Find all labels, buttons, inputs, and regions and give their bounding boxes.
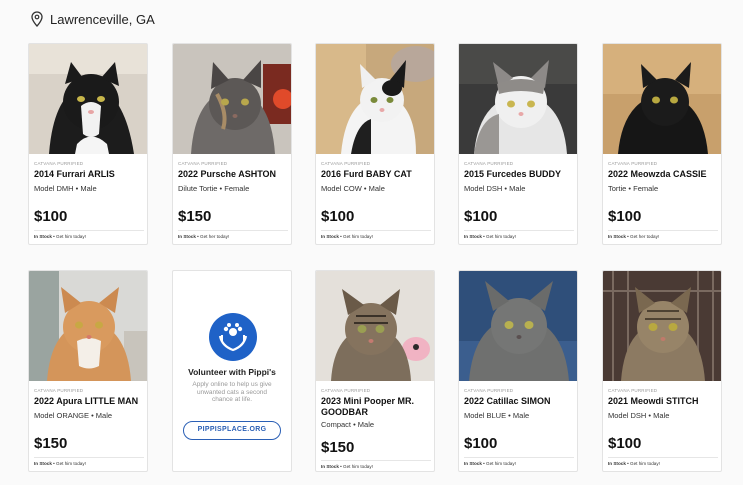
listing-subtitle: Model BLUE • Male <box>464 411 530 420</box>
cat-photo[interactable] <box>603 44 721 154</box>
listing-title[interactable]: 2022 Pursche ASHTON <box>178 169 288 180</box>
listing-subtitle: Model ORANGE • Male <box>34 411 113 420</box>
stock-status: In Stock • Get him today! <box>321 234 373 239</box>
listing-card-simon[interactable]: CATVANA PURRIFIED 2022 Catillac SIMON Mo… <box>458 270 578 472</box>
listing-title[interactable]: 2022 Meowzda CASSIE <box>608 169 718 180</box>
listing-price: $100 <box>321 208 355 225</box>
listing-price: $150 <box>321 439 355 456</box>
listing-card-arlis[interactable]: CATVANA PURRIFIED 2014 Furrari ARLIS Mod… <box>28 43 148 245</box>
listing-title[interactable]: 2014 Furrari ARLIS <box>34 169 144 180</box>
listing-title[interactable]: 2023 Mini Pooper MR. GOODBAR <box>321 396 431 418</box>
stock-note: • Get him today! <box>51 234 86 239</box>
stock-status: In Stock • Get him today! <box>608 461 660 466</box>
location-pin-icon <box>31 11 43 27</box>
listing-price: $150 <box>178 208 212 225</box>
stock-note: • Get him today! <box>481 461 516 466</box>
cat-photo[interactable] <box>459 271 577 381</box>
purrified-badge: CATVANA PURRIFIED <box>34 161 84 166</box>
stock-label: In Stock <box>321 234 339 239</box>
divider <box>608 457 718 458</box>
listing-card-little-man[interactable]: CATVANA PURRIFIED 2022 Apura LITTLE MAN … <box>28 270 148 472</box>
listing-subtitle: Tortie • Female <box>608 184 659 193</box>
divider <box>608 230 718 231</box>
volunteer-text: Apply online to help us give unwanted ca… <box>192 381 272 403</box>
paw-hands-logo-icon <box>209 313 257 361</box>
cat-photo[interactable] <box>173 44 291 154</box>
cat-photo[interactable] <box>29 44 147 154</box>
purrified-badge: CATVANA PURRIFIED <box>464 388 514 393</box>
stock-label: In Stock <box>34 234 52 239</box>
listing-card-ashton[interactable]: CATVANA PURRIFIED 2022 Pursche ASHTON Di… <box>172 43 292 245</box>
purrified-badge: CATVANA PURRIFIED <box>34 388 84 393</box>
cat-photo[interactable] <box>316 271 434 381</box>
listing-price: $100 <box>464 435 498 452</box>
listing-price: $100 <box>608 435 642 452</box>
listing-card-baby-cat[interactable]: CATVANA PURRIFIED 2016 Furd BABY CAT Mod… <box>315 43 435 245</box>
stock-note: • Get him today! <box>481 234 516 239</box>
divider <box>34 457 144 458</box>
stock-label: In Stock <box>34 461 52 466</box>
stock-status: In Stock • Get her today! <box>608 234 659 239</box>
listing-title[interactable]: 2021 Meowdi STITCH <box>608 396 718 407</box>
purrified-badge: CATVANA PURRIFIED <box>464 161 514 166</box>
stock-note: • Get her today! <box>625 234 660 239</box>
cat-photo[interactable] <box>459 44 577 154</box>
listing-card-buddy[interactable]: CATVANA PURRIFIED 2015 Furcedes BUDDY Mo… <box>458 43 578 245</box>
listing-subtitle: Model DSH • Male <box>608 411 670 420</box>
purrified-badge: CATVANA PURRIFIED <box>178 161 228 166</box>
purrified-badge: CATVANA PURRIFIED <box>608 388 658 393</box>
purrified-badge: CATVANA PURRIFIED <box>608 161 658 166</box>
stock-status: In Stock • Get her today! <box>178 234 229 239</box>
pippisplace-link-button[interactable]: PIPPISPLACE.ORG <box>183 421 281 440</box>
listing-card-stitch[interactable]: CATVANA PURRIFIED 2021 Meowdi STITCH Mod… <box>602 270 722 472</box>
listing-price: $100 <box>34 208 68 225</box>
location[interactable]: Lawrenceville, GA <box>30 11 155 27</box>
listing-subtitle: Dilute Tortie • Female <box>178 184 250 193</box>
divider <box>321 460 431 461</box>
cat-photo[interactable] <box>603 271 721 381</box>
purrified-badge: CATVANA PURRIFIED <box>321 388 371 393</box>
listing-subtitle: Model DMH • Male <box>34 184 97 193</box>
listing-title[interactable]: 2022 Catillac SIMON <box>464 396 574 407</box>
listing-price: $100 <box>464 208 498 225</box>
divider <box>464 230 574 231</box>
listing-title[interactable]: 2022 Apura LITTLE MAN <box>34 396 144 407</box>
divider <box>321 230 431 231</box>
stock-status: In Stock • Get him today! <box>34 234 86 239</box>
stock-label: In Stock <box>464 461 482 466</box>
volunteer-card: Volunteer with Pippi's Apply online to h… <box>172 270 292 472</box>
volunteer-title: Volunteer with Pippi's <box>188 367 276 377</box>
stock-status: In Stock • Get him today! <box>464 461 516 466</box>
listing-subtitle: Model COW • Male <box>321 184 385 193</box>
listing-price: $150 <box>34 435 68 452</box>
stock-label: In Stock <box>464 234 482 239</box>
listing-title[interactable]: 2016 Furd BABY CAT <box>321 169 431 180</box>
divider <box>178 230 288 231</box>
divider <box>34 230 144 231</box>
stock-label: In Stock <box>608 461 626 466</box>
stock-status: In Stock • Get him today! <box>321 464 373 469</box>
listing-subtitle: Model DSH • Male <box>464 184 526 193</box>
stock-note: • Get him today! <box>338 464 373 469</box>
cat-photo[interactable] <box>29 271 147 381</box>
stock-status: In Stock • Get him today! <box>464 234 516 239</box>
divider <box>464 457 574 458</box>
listing-title[interactable]: 2015 Furcedes BUDDY <box>464 169 574 180</box>
listing-card-cassie[interactable]: CATVANA PURRIFIED 2022 Meowzda CASSIE To… <box>602 43 722 245</box>
listing-card-mr-goodbar[interactable]: CATVANA PURRIFIED 2023 Mini Pooper MR. G… <box>315 270 435 472</box>
stock-label: In Stock <box>178 234 196 239</box>
listing-subtitle: Compact • Male <box>321 420 375 429</box>
stock-status: In Stock • Get him today! <box>34 461 86 466</box>
stock-note: • Get him today! <box>51 461 86 466</box>
stock-label: In Stock <box>608 234 626 239</box>
stock-note: • Get her today! <box>195 234 230 239</box>
location-label: Lawrenceville, GA <box>50 11 155 27</box>
listing-price: $100 <box>608 208 642 225</box>
stock-note: • Get him today! <box>338 234 373 239</box>
stock-label: In Stock <box>321 464 339 469</box>
stock-note: • Get him today! <box>625 461 660 466</box>
purrified-badge: CATVANA PURRIFIED <box>321 161 371 166</box>
cat-photo[interactable] <box>316 44 434 154</box>
